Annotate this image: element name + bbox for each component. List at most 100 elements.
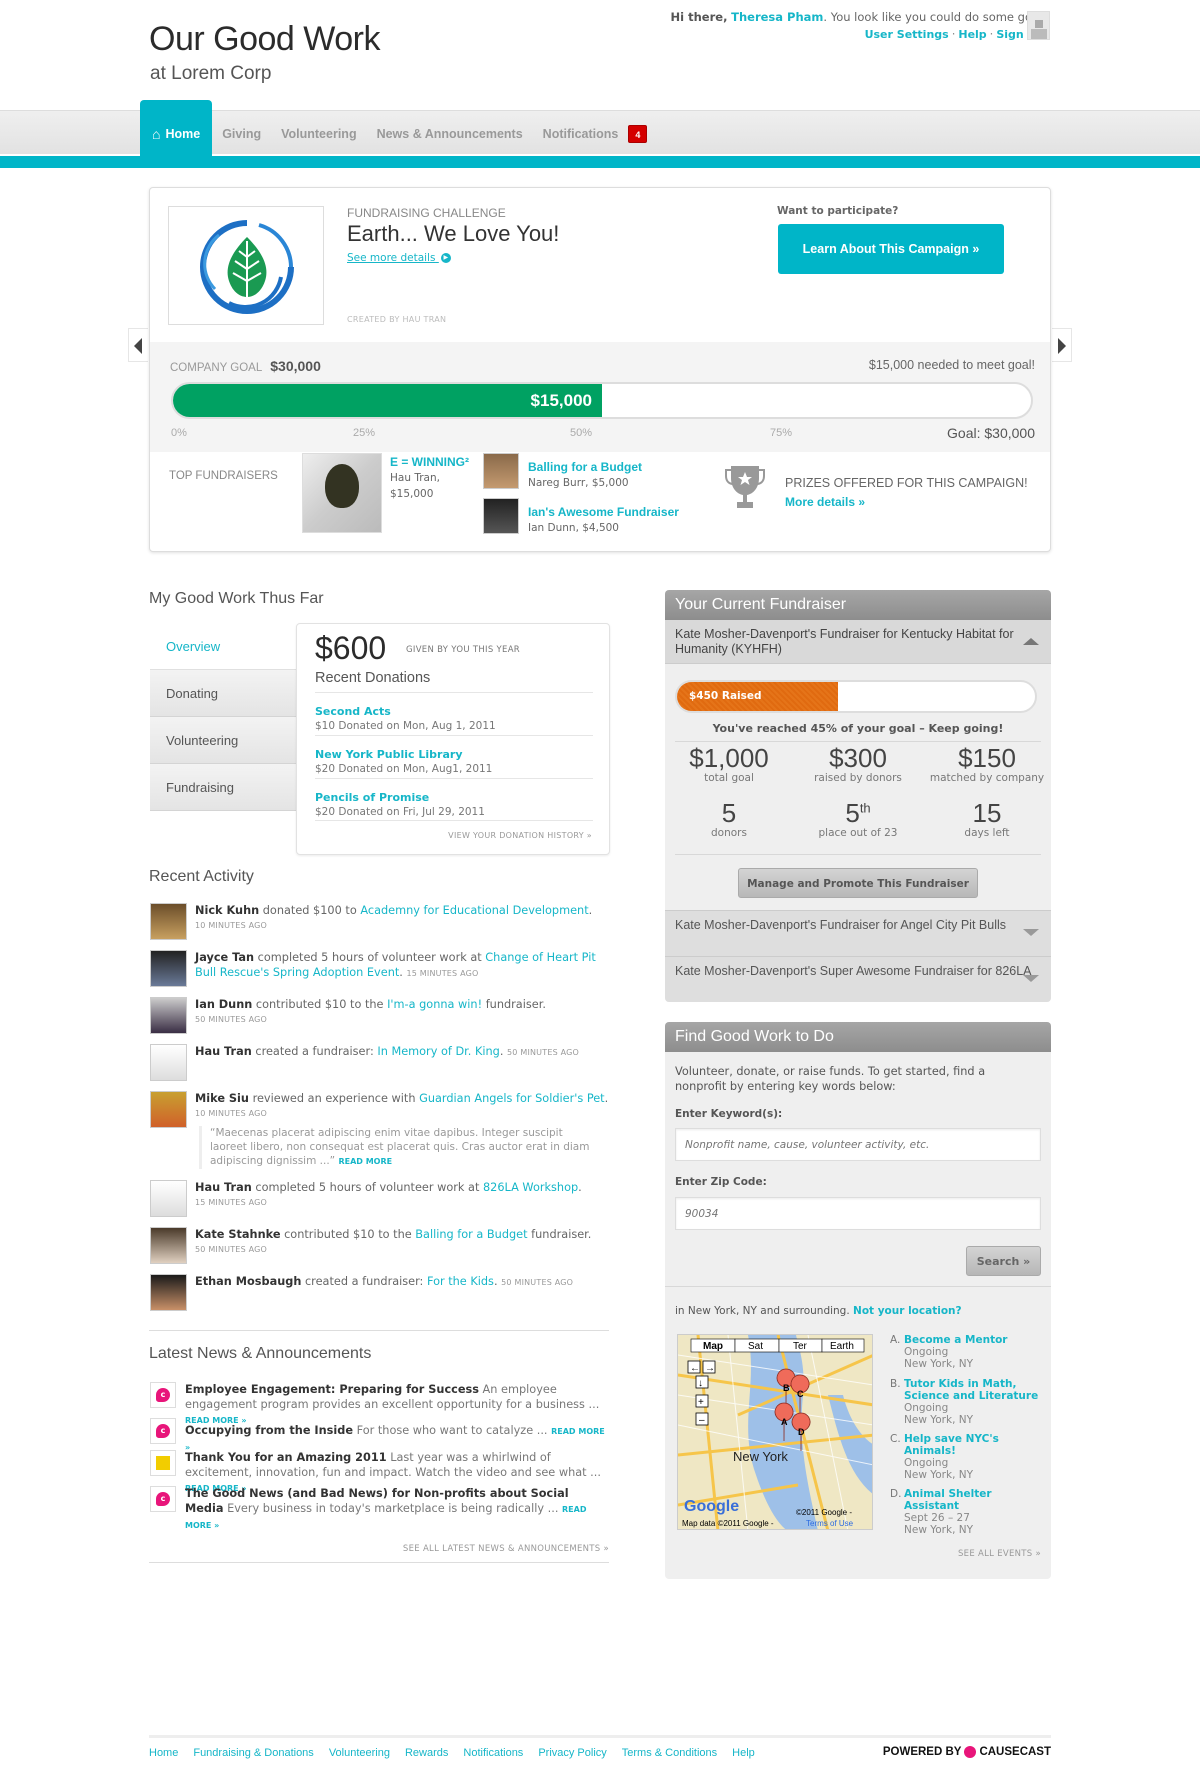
campaign-title: Earth... We Love You! xyxy=(347,221,560,246)
footer-link-fundraising[interactable]: Fundraising & Donations xyxy=(193,1747,313,1759)
footer-link-help[interactable]: Help xyxy=(732,1747,755,1759)
nav-home[interactable]: ⌂ Home xyxy=(140,100,213,156)
activity-avatar[interactable] xyxy=(150,997,187,1034)
activity-link[interactable]: 826LA Workshop xyxy=(483,1181,578,1194)
activity-link[interactable]: I'm-a gonna win! xyxy=(387,998,482,1011)
prev-campaign-arrow[interactable] xyxy=(128,328,148,362)
news-title[interactable]: Occupying from the Inside xyxy=(185,1424,353,1437)
activity-link[interactable]: Academny for Educational Development xyxy=(360,904,588,917)
event-title-link[interactable]: Tutor Kids in Math, Science and Literatu… xyxy=(904,1378,1038,1402)
events-map[interactable]: Map Sat Ter Earth ← → ↓ + – New York BC AD Go… xyxy=(677,1334,873,1530)
footer-link-terms[interactable]: Terms & Conditions xyxy=(622,1747,717,1759)
main-nav: ⌂ Home Giving Volunteering News & Announc… xyxy=(140,100,657,156)
fundraiser-link[interactable]: E = WINNING² xyxy=(390,455,469,469)
fundraiser-link[interactable]: Ian's Awesome Fundraiser xyxy=(528,505,679,519)
map-type-earth: Earth xyxy=(830,1341,854,1352)
search-button[interactable]: Search » xyxy=(966,1246,1041,1276)
next-campaign-arrow[interactable] xyxy=(1052,328,1072,362)
campaign-progress-fill: $15,000 xyxy=(173,384,602,417)
footer-link-privacy[interactable]: Privacy Policy xyxy=(538,1747,606,1759)
section-divider xyxy=(149,1330,609,1331)
fundraiser-accordion-closed[interactable]: Kate Mosher-Davenport's Super Awesome Fu… xyxy=(665,956,1051,1002)
help-link[interactable]: Help xyxy=(958,28,986,41)
activity-link[interactable]: Balling for a Budget xyxy=(415,1228,527,1241)
prizes-more-details-link[interactable]: More details » xyxy=(785,495,865,509)
review-read-more-link[interactable]: READ MORE xyxy=(338,1157,392,1166)
nav-giving[interactable]: Giving xyxy=(212,112,271,156)
activity-actor[interactable]: Ian Dunn xyxy=(195,998,252,1011)
activity-avatar[interactable] xyxy=(150,903,187,940)
activity-actor[interactable]: Mike Siu xyxy=(195,1092,249,1105)
activity-avatar[interactable] xyxy=(150,1227,187,1264)
user-settings-link[interactable]: User Settings xyxy=(865,28,949,41)
top-fundraiser-3: Ian's Awesome Fundraiser Ian Dunn, $4,50… xyxy=(528,501,679,536)
see-all-news-link[interactable]: SEE ALL LATEST NEWS & ANNOUNCEMENTS » xyxy=(403,1544,609,1554)
activity-avatar[interactable] xyxy=(150,1044,187,1081)
play-circle-icon: ▶ xyxy=(440,253,451,263)
user-name-link[interactable]: Theresa Pham xyxy=(731,10,823,24)
donation-org-link[interactable]: New York Public Library xyxy=(315,748,463,761)
see-all-events-link[interactable]: SEE ALL EVENTS » xyxy=(958,1549,1041,1559)
manage-promote-button[interactable]: Manage and Promote This Fundraiser xyxy=(738,868,978,898)
trophy-icon xyxy=(725,464,765,512)
activity-item: Mike Siu reviewed an experience with Gua… xyxy=(150,1091,610,1128)
keyword-input[interactable] xyxy=(675,1128,1041,1161)
activity-link[interactable]: For the Kids xyxy=(427,1275,494,1288)
tab-fundraising[interactable]: Fundraising xyxy=(150,764,298,811)
activity-verb: completed 5 hours of volunteer work at xyxy=(254,951,486,964)
fundraiser-accordion-open[interactable]: Kate Mosher-Davenport's Fundraiser for K… xyxy=(665,620,1051,664)
news-excerpt: Every business in today's marketplace is… xyxy=(223,1502,563,1515)
activity-actor[interactable]: Nick Kuhn xyxy=(195,904,259,917)
nav-news[interactable]: News & Announcements xyxy=(367,112,533,156)
activity-verb: reviewed an experience with xyxy=(248,1092,420,1105)
news-title[interactable]: Thank You for an Amazing 2011 xyxy=(185,1451,387,1464)
event-title-link[interactable]: Help save NYC's Animals! xyxy=(904,1433,999,1457)
zip-input[interactable] xyxy=(675,1197,1041,1230)
activity-actor[interactable]: Jayce Tan xyxy=(195,951,254,964)
stat-label: total goal xyxy=(704,772,754,784)
footer-link-notifications[interactable]: Notifications xyxy=(463,1747,523,1759)
activity-link[interactable]: In Memory of Dr. King xyxy=(377,1045,499,1058)
donation-org-link[interactable]: Pencils of Promise xyxy=(315,791,429,804)
activity-time: 15 MINUTES AGO xyxy=(195,1198,268,1207)
nav-notifications[interactable]: Notifications 4 xyxy=(533,112,658,156)
news-title[interactable]: Employee Engagement: Preparing for Succe… xyxy=(185,1383,479,1396)
change-location-link[interactable]: Not your location? xyxy=(853,1305,962,1317)
fundraiser-avatar[interactable] xyxy=(483,498,519,534)
activity-actor[interactable]: Hau Tran xyxy=(195,1181,252,1194)
donation-history-link[interactable]: VIEW YOUR DONATION HISTORY » xyxy=(448,831,592,840)
fundraiser-link[interactable]: Balling for a Budget xyxy=(528,460,642,474)
activity-avatar[interactable] xyxy=(150,950,187,987)
donation-org-link[interactable]: Second Acts xyxy=(315,705,391,718)
learn-about-campaign-button[interactable]: Learn About This Campaign » xyxy=(778,224,1004,274)
activity-actor[interactable]: Kate Stahnke xyxy=(195,1228,281,1241)
activity-actor[interactable]: Ethan Mosbaugh xyxy=(195,1275,301,1288)
fundraiser-amount: $15,000 xyxy=(390,488,434,500)
activity-verb: contributed $10 to the xyxy=(252,998,388,1011)
activity-avatar[interactable] xyxy=(150,1091,187,1128)
tab-volunteering[interactable]: Volunteering xyxy=(150,717,298,764)
activity-avatar[interactable] xyxy=(150,1180,187,1217)
activity-avatar[interactable] xyxy=(150,1274,187,1311)
footer-link-home[interactable]: Home xyxy=(149,1747,178,1759)
footer-link-rewards[interactable]: Rewards xyxy=(405,1747,448,1759)
map-type-sat: Sat xyxy=(748,1341,763,1352)
see-more-details-link[interactable]: See more details ▶ xyxy=(347,252,451,264)
stat-label: raised by donors xyxy=(814,772,902,784)
activity-actor[interactable]: Hau Tran xyxy=(195,1045,252,1058)
separator: · xyxy=(951,27,956,41)
activity-after: . xyxy=(588,904,593,917)
activity-link[interactable]: Guardian Angels for Soldier's Pet xyxy=(419,1092,605,1105)
event-item: C. Help save NYC's Animals! Ongoing New Yor… xyxy=(890,1433,1040,1481)
powered-by-causecast[interactable]: POWERED BY CAUSECAST xyxy=(883,1746,1051,1758)
fundraiser-accordion-closed[interactable]: Kate Mosher-Davenport's Fundraiser for A… xyxy=(665,910,1051,956)
tab-overview[interactable]: Overview xyxy=(150,623,298,670)
event-title-link[interactable]: Become a Mentor xyxy=(904,1334,1007,1346)
tab-donating[interactable]: Donating xyxy=(150,670,298,717)
user-avatar[interactable] xyxy=(1027,11,1050,40)
top-fundraiser-photo[interactable] xyxy=(302,453,382,533)
event-title-link[interactable]: Animal Shelter Assistant xyxy=(904,1488,992,1512)
footer-link-volunteering[interactable]: Volunteering xyxy=(329,1747,390,1759)
nav-volunteering[interactable]: Volunteering xyxy=(271,112,366,156)
fundraiser-avatar[interactable] xyxy=(483,453,519,489)
